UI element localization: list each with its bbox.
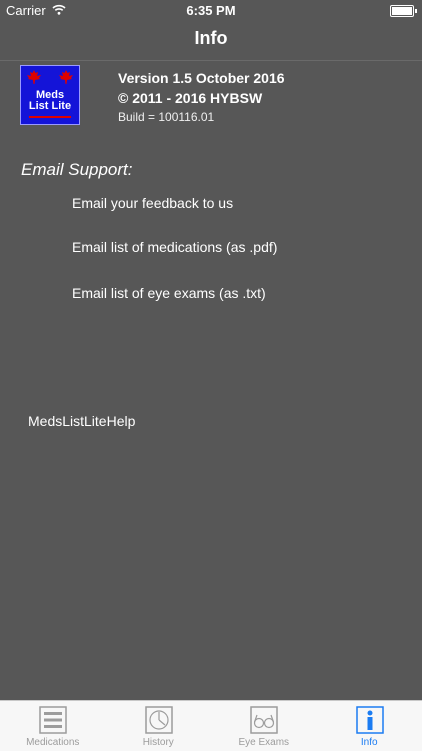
navigation-bar: Info <box>0 22 422 61</box>
help-link[interactable]: MedsListLiteHelp <box>28 413 135 429</box>
app-logo: Meds List Lite <box>20 65 80 125</box>
status-time: 6:35 PM <box>0 3 422 18</box>
tab-medications[interactable]: Medications <box>0 701 106 751</box>
glasses-icon <box>250 706 278 734</box>
tab-bar: Medications History Eye Exams Info <box>0 700 422 751</box>
tab-label: Info <box>317 737 422 748</box>
tab-history[interactable]: History <box>106 701 212 751</box>
email-medications-link[interactable]: Email list of medications (as .pdf) <box>72 239 277 255</box>
app-logo-line2: List Lite <box>21 101 79 112</box>
about-block: Version 1.5 October 2016 © 2011 - 2016 H… <box>118 68 285 126</box>
page-title: Info <box>0 28 422 49</box>
tab-label: Medications <box>0 737 106 748</box>
info-icon <box>356 706 384 734</box>
version-text: Version 1.5 October 2016 <box>118 68 285 88</box>
status-bar: Carrier 6:35 PM <box>0 0 422 22</box>
app-logo-text: Meds List Lite <box>21 90 79 112</box>
tab-eye-exams[interactable]: Eye Exams <box>211 701 317 751</box>
list-icon <box>39 706 67 734</box>
maple-leaf-icon <box>59 70 73 84</box>
email-feedback-link[interactable]: Email your feedback to us <box>72 195 233 211</box>
tab-label: Eye Exams <box>211 737 317 748</box>
clock-icon <box>145 706 173 734</box>
app-logo-underline <box>29 116 71 118</box>
battery-icon <box>390 5 414 17</box>
build-text: Build = 100116.01 <box>118 108 285 126</box>
tab-label: History <box>106 737 212 748</box>
email-support-heading: Email Support: <box>21 160 133 180</box>
copyright-text: © 2011 - 2016 HYBSW <box>118 88 285 108</box>
maple-leaf-icon <box>27 70 41 84</box>
email-eye-exams-link[interactable]: Email list of eye exams (as .txt) <box>72 285 266 301</box>
tab-info[interactable]: Info <box>317 701 422 751</box>
